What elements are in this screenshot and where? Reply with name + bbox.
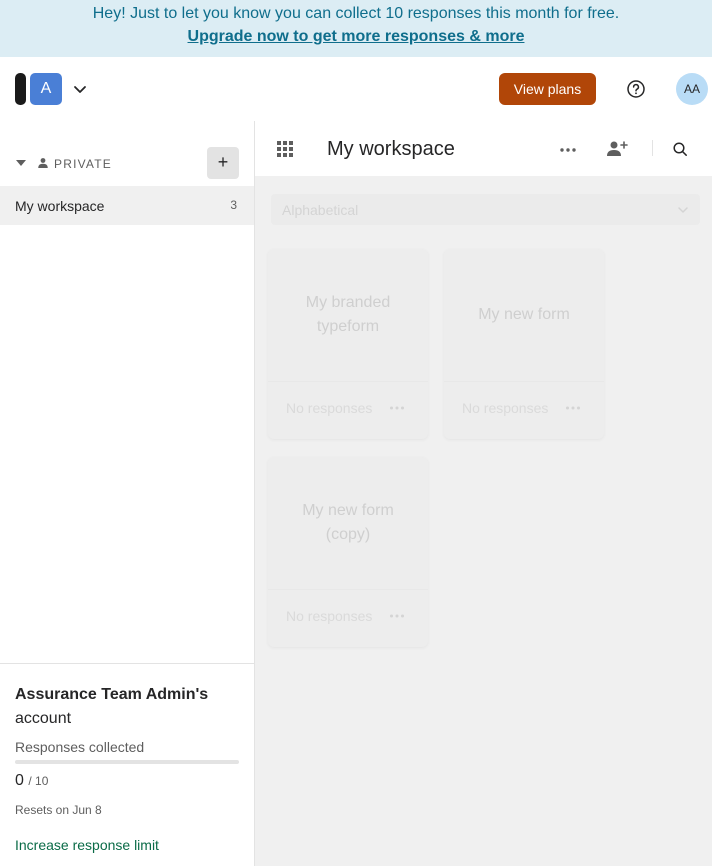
form-card-footer: No responses [268, 589, 428, 647]
workspace-form-count: 3 [230, 198, 237, 212]
sidebar: PRIVATE + My workspace 3 Assurance Team … [0, 121, 255, 866]
reset-date: Resets on Jun 8 [15, 803, 102, 817]
form-card-responses: No responses [462, 400, 549, 416]
form-card-footer: No responses [444, 381, 604, 439]
caret-down-icon[interactable] [15, 158, 27, 168]
form-card-responses: No responses [286, 400, 373, 416]
page-title: My workspace [327, 138, 455, 160]
invite-user-icon[interactable] [606, 139, 628, 159]
more-horizontal-icon[interactable] [388, 607, 406, 625]
sidebar-item-my-workspace[interactable]: My workspace 3 [0, 186, 254, 225]
brand-logo[interactable] [15, 73, 26, 105]
responses-count: 0 / 10 [15, 772, 48, 790]
responses-progress-bar [15, 760, 239, 764]
more-horizontal-icon[interactable] [388, 399, 406, 417]
upgrade-link[interactable]: Upgrade now to get more responses & more [0, 28, 712, 46]
account-owner: Assurance Team Admin's [15, 686, 209, 703]
workspace-label: My workspace [15, 198, 105, 214]
chevron-down-icon[interactable] [72, 81, 88, 97]
user-avatar[interactable]: AA [676, 73, 708, 105]
banner-message: Hey! Just to let you know you can collec… [92, 5, 620, 22]
increase-limit-link[interactable]: Increase response limit [15, 837, 159, 853]
chevron-down-icon [678, 207, 688, 213]
workspace-content: Alphabetical My branded typeform No resp… [255, 176, 712, 866]
form-card-title: My new form [478, 306, 570, 323]
responses-limit-value: / 10 [28, 774, 49, 788]
help-circle-icon[interactable] [624, 77, 648, 101]
private-section-header[interactable]: PRIVATE + [0, 147, 255, 179]
form-card[interactable]: My branded typeform No responses [268, 249, 428, 439]
form-card-footer: No responses [268, 381, 428, 439]
workspace-header: My workspace [255, 121, 712, 176]
view-plans-button[interactable]: View plans [499, 73, 596, 105]
apps-grid-icon[interactable] [276, 140, 294, 158]
person-icon [38, 158, 48, 168]
org-avatar[interactable]: A [30, 73, 62, 105]
form-card-title: My branded typeform [305, 294, 391, 335]
sort-dropdown[interactable]: Alphabetical [271, 194, 700, 225]
form-card[interactable]: My new form (copy) No responses [268, 457, 428, 647]
responses-collected-label: Responses collected [15, 739, 145, 755]
responses-collected-value: 0 [15, 772, 24, 789]
form-card-title: My new form (copy) [302, 502, 394, 543]
header-divider [652, 140, 653, 156]
search-icon[interactable] [672, 141, 688, 157]
account-suffix: account [15, 710, 72, 727]
private-section-label: PRIVATE [54, 157, 112, 171]
sort-value: Alphabetical [282, 202, 359, 218]
top-bar: A View plans AA [0, 57, 712, 121]
form-card[interactable]: My new form No responses [444, 249, 604, 439]
upgrade-banner: Hey! Just to let you know you can collec… [0, 0, 712, 57]
more-horizontal-icon[interactable] [558, 140, 578, 160]
add-workspace-button[interactable]: + [207, 147, 239, 179]
form-card-responses: No responses [286, 608, 373, 624]
account-panel: Assurance Team Admin's account Responses… [0, 663, 254, 866]
account-title: Assurance Team Admin's account [15, 683, 235, 731]
more-horizontal-icon[interactable] [564, 399, 582, 417]
